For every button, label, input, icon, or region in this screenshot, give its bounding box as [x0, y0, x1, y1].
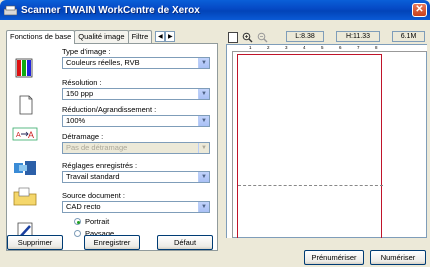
scan-area-frame[interactable]: [237, 54, 383, 238]
ruler-number: 3: [285, 45, 288, 50]
chevron-down-icon: ▼: [198, 143, 209, 153]
document-source-label: Source document :: [62, 191, 125, 200]
width-readout: L:8.38: [286, 31, 324, 42]
document-source-value: CAD recto: [66, 202, 101, 211]
ruler-number: 6: [339, 45, 342, 50]
resize-icon: A A: [12, 127, 38, 141]
select-tool-button[interactable]: [226, 31, 239, 44]
ruler-number: 2: [267, 45, 270, 50]
reduction-label: Réduction/Agrandissement :: [62, 105, 157, 114]
ruler-number: 4: [303, 45, 306, 50]
svg-text:A: A: [16, 132, 21, 139]
preview-panel: L:8.38 H:11.33 6.1M 1 2 3 4 5 6 7 8: [226, 30, 427, 238]
chevron-down-icon[interactable]: ▼: [198, 172, 209, 182]
document-source-select[interactable]: CAD recto ▼: [62, 201, 210, 213]
reduction-value: 100%: [66, 116, 86, 125]
descreen-icon: [14, 161, 36, 175]
tab-basic-functions[interactable]: Fonctions de base: [6, 30, 76, 44]
blank-page-icon: [227, 31, 238, 43]
chevron-down-icon[interactable]: ▼: [198, 116, 209, 126]
preview-toolbar: L:8.38 H:11.33 6.1M: [226, 30, 427, 44]
document-edge-line: [238, 185, 383, 186]
image-type-value: Couleurs réelles, RVB: [66, 58, 140, 67]
tab-scroll-left-button[interactable]: ◀: [155, 31, 166, 42]
file-size-readout: 6.1M: [392, 31, 425, 42]
settings-panel: Fonctions de base Qualité image Filtre ◀…: [4, 22, 222, 254]
descreen-select: Pas de détramage ▼: [62, 142, 210, 154]
tab-scroll: ◀ ▶: [155, 30, 176, 44]
saved-settings-select[interactable]: Travail standard ▼: [62, 171, 210, 183]
ruler-number: 8: [375, 45, 378, 50]
ruler-number: 7: [357, 45, 360, 50]
chevron-down-icon[interactable]: ▼: [198, 202, 209, 212]
saved-settings-value: Travail standard: [66, 172, 120, 181]
tab-strip: Fonctions de base Qualité image Filtre ◀…: [6, 30, 176, 44]
radio-selected-icon[interactable]: [74, 218, 81, 225]
chevron-down-icon[interactable]: ▼: [198, 89, 209, 99]
tab-filter[interactable]: Filtre: [127, 30, 153, 43]
prescan-button[interactable]: Prénumériser: [304, 250, 364, 265]
radio-icon[interactable]: [74, 230, 81, 237]
tab-image-quality[interactable]: Qualité image: [74, 30, 129, 43]
resolution-value: 150 ppp: [66, 89, 94, 98]
zoom-out-button[interactable]: [256, 31, 269, 44]
vertical-ruler: [227, 51, 233, 238]
image-type-select[interactable]: Couleurs réelles, RVB ▼: [62, 57, 210, 69]
tab-scroll-right-button[interactable]: ▶: [165, 31, 176, 42]
orientation-portrait-radio[interactable]: Portrait: [74, 217, 109, 226]
title-bar[interactable]: Scanner TWAIN WorkCentre de Xerox ✕: [0, 0, 430, 20]
default-button[interactable]: Défaut: [157, 235, 213, 250]
chevron-down-icon[interactable]: ▼: [198, 58, 209, 68]
close-button[interactable]: ✕: [412, 3, 427, 17]
page-resolution-icon: [19, 95, 33, 115]
height-readout: H:11.33: [336, 31, 380, 42]
scan-button[interactable]: Numériser: [370, 250, 426, 265]
preview-area[interactable]: 1 2 3 4 5 6 7 8: [226, 44, 427, 238]
resolution-select[interactable]: 150 ppp ▼: [62, 88, 210, 100]
horizontal-ruler: 1 2 3 4 5 6 7 8: [233, 45, 427, 52]
scanner-icon: [4, 5, 17, 15]
descreen-label: Détramage :: [62, 132, 104, 141]
close-icon: ✕: [415, 4, 424, 15]
save-button[interactable]: Enregistrer: [84, 235, 140, 250]
portrait-label: Portrait: [85, 217, 110, 226]
saved-settings-folder-icon: [13, 187, 37, 206]
basic-functions-panel: A A Type d'image : Couleurs réelles, RVB…: [6, 43, 218, 251]
delete-button[interactable]: Supprimer: [7, 235, 63, 250]
svg-text:A: A: [28, 130, 34, 140]
window-title: Scanner TWAIN WorkCentre de Xerox: [21, 4, 200, 16]
zoom-in-icon: [242, 32, 253, 42]
zoom-in-button[interactable]: [241, 31, 254, 44]
ruler-number: 5: [321, 45, 324, 50]
reduction-select[interactable]: 100% ▼: [62, 115, 210, 127]
descreen-value: Pas de détramage: [66, 143, 128, 152]
saved-settings-label: Réglages enregistrés :: [62, 161, 138, 170]
zoom-out-icon: [257, 32, 268, 42]
color-bars-icon: [15, 58, 33, 78]
resolution-label: Résolution :: [62, 78, 102, 87]
image-type-label: Type d'image :: [62, 47, 111, 56]
ruler-number: 1: [249, 45, 252, 50]
